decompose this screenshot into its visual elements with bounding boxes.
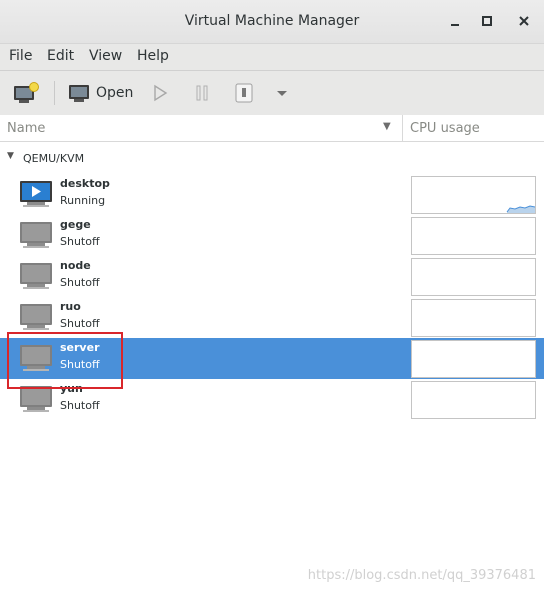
shutdown-button[interactable] [234, 80, 254, 106]
play-icon [154, 84, 168, 102]
vm-status: Running [60, 194, 106, 207]
vm-name: yun [60, 382, 83, 395]
vm-name: gege [60, 218, 91, 231]
column-divider[interactable] [402, 115, 403, 141]
vm-status: Shutoff [60, 235, 100, 248]
vm-row-desktop[interactable]: desktop Running [0, 174, 544, 215]
vm-status: Shutoff [60, 317, 100, 330]
title-bar: Virtual Machine Manager [0, 0, 544, 44]
pause-button[interactable] [193, 80, 211, 106]
vm-name: server [60, 341, 100, 354]
vm-row-yun[interactable]: yun Shutoff [0, 379, 544, 420]
minimize-button[interactable] [445, 11, 465, 31]
cpu-sparkline [506, 205, 536, 213]
vm-name: node [60, 259, 91, 272]
cpu-usage-graph [411, 217, 536, 255]
vm-shutoff-icon [19, 221, 53, 249]
monitor-icon [69, 85, 89, 102]
cpu-usage-graph [411, 299, 536, 337]
vm-shutoff-icon [19, 344, 53, 372]
open-button-label: Open [96, 85, 134, 101]
cpu-usage-graph [411, 340, 536, 378]
cpu-usage-graph [411, 176, 536, 214]
column-name-header[interactable]: Name [7, 121, 45, 136]
vm-row-server[interactable]: server Shutoff [0, 338, 544, 379]
watermark: https://blog.csdn.net/qq_39376481 [307, 568, 536, 583]
vm-status: Shutoff [60, 358, 100, 371]
expander-icon[interactable]: ▼ [7, 151, 14, 161]
menu-view[interactable]: View [89, 48, 122, 64]
vm-status: Shutoff [60, 399, 100, 412]
vm-shutoff-icon [19, 303, 53, 331]
vm-list-header: Name ▼ CPU usage [0, 115, 544, 142]
chevron-down-icon [277, 91, 287, 96]
connection-label: QEMU/KVM [23, 152, 85, 165]
vm-shutoff-icon [19, 385, 53, 413]
menu-edit[interactable]: Edit [47, 48, 74, 64]
run-button[interactable] [151, 80, 169, 106]
vm-name: ruo [60, 300, 81, 313]
menu-bar: File Edit View Help [0, 44, 544, 71]
vm-status: Shutoff [60, 276, 100, 289]
shutdown-menu-dropdown[interactable] [275, 80, 289, 106]
vm-row-gege[interactable]: gege Shutoff [0, 215, 544, 256]
new-vm-icon [14, 82, 39, 103]
shutdown-icon [235, 83, 253, 103]
menu-file[interactable]: File [9, 48, 32, 64]
maximize-button[interactable] [477, 11, 497, 31]
cpu-usage-graph [411, 381, 536, 419]
vm-row-node[interactable]: node Shutoff [0, 256, 544, 297]
vm-name: desktop [60, 177, 110, 190]
close-button[interactable] [514, 11, 534, 31]
toolbar-separator [54, 81, 55, 105]
new-vm-button[interactable] [13, 80, 39, 106]
vm-row-ruo[interactable]: ruo Shutoff [0, 297, 544, 338]
minimize-icon [451, 24, 459, 26]
open-button[interactable]: Open [68, 80, 133, 106]
close-icon [519, 16, 529, 26]
cpu-usage-graph [411, 258, 536, 296]
pause-icon [196, 85, 208, 101]
vm-shutoff-icon [19, 262, 53, 290]
toolbar: Open [0, 71, 544, 116]
menu-help[interactable]: Help [137, 48, 169, 64]
sort-chevron-icon[interactable]: ▼ [383, 121, 391, 132]
maximize-icon [482, 16, 492, 26]
vm-running-icon [19, 180, 53, 208]
column-cpu-header[interactable]: CPU usage [410, 121, 480, 136]
